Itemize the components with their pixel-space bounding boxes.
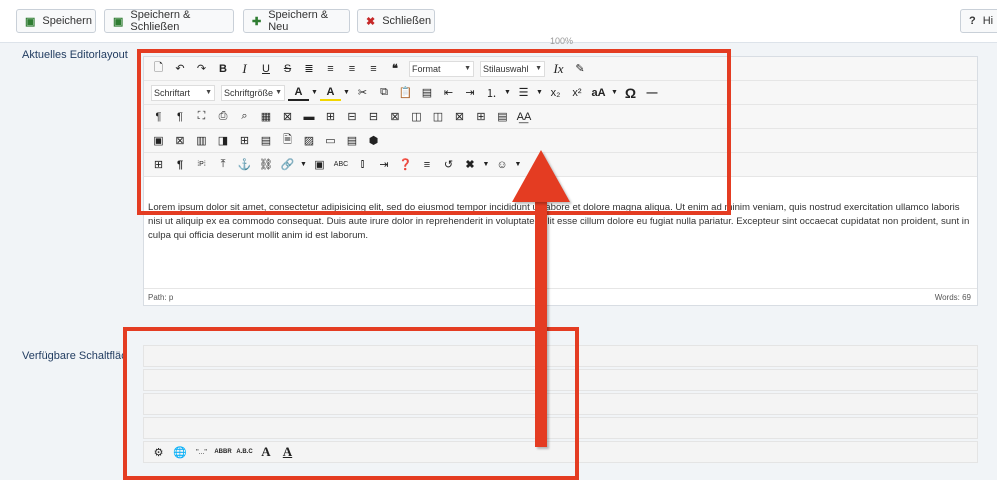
- save-button[interactable]: ▣ Speichern: [16, 9, 96, 33]
- close-icon: ✖: [366, 15, 376, 28]
- help-button-label: Hi: [982, 15, 994, 27]
- save-close-button[interactable]: ▣ Speichern & Schließen: [104, 9, 234, 33]
- close-button[interactable]: ✖ Schließen: [357, 9, 435, 33]
- floppy-icon: ▣: [25, 15, 36, 28]
- arrow-up-icon: [512, 150, 570, 202]
- arrow-shaft: [535, 200, 547, 447]
- path-label: Path:: [148, 292, 167, 302]
- save-close-button-label: Speichern & Schließen: [130, 9, 191, 33]
- path-value[interactable]: p: [169, 293, 173, 302]
- available-buttons-label: Verfügbare Schaltflächen: [22, 350, 126, 362]
- highlight-box-bottom: [123, 327, 579, 480]
- save-new-button-label: Speichern & Neu: [268, 9, 329, 33]
- save-button-label: Speichern: [42, 15, 92, 27]
- current-layout-label: Aktuelles Editorlayout: [22, 49, 128, 61]
- editor-statusbar: Path: p Words: 69: [144, 288, 977, 305]
- save-new-button[interactable]: ✚ Speichern & Neu: [243, 9, 350, 33]
- plus-icon: ✚: [252, 15, 262, 28]
- word-count: Words: 69: [934, 292, 971, 302]
- help-icon: ?: [969, 15, 976, 27]
- help-button[interactable]: ? Hi: [960, 9, 997, 33]
- close-button-label: Schließen: [382, 15, 432, 27]
- zoom-label: 100%: [550, 36, 574, 46]
- top-toolbar: ▣ Speichern ▣ Speichern & Schließen ✚ Speic…: [0, 0, 997, 43]
- floppy-icon: ▣: [113, 15, 124, 28]
- highlight-box-top: [137, 49, 731, 215]
